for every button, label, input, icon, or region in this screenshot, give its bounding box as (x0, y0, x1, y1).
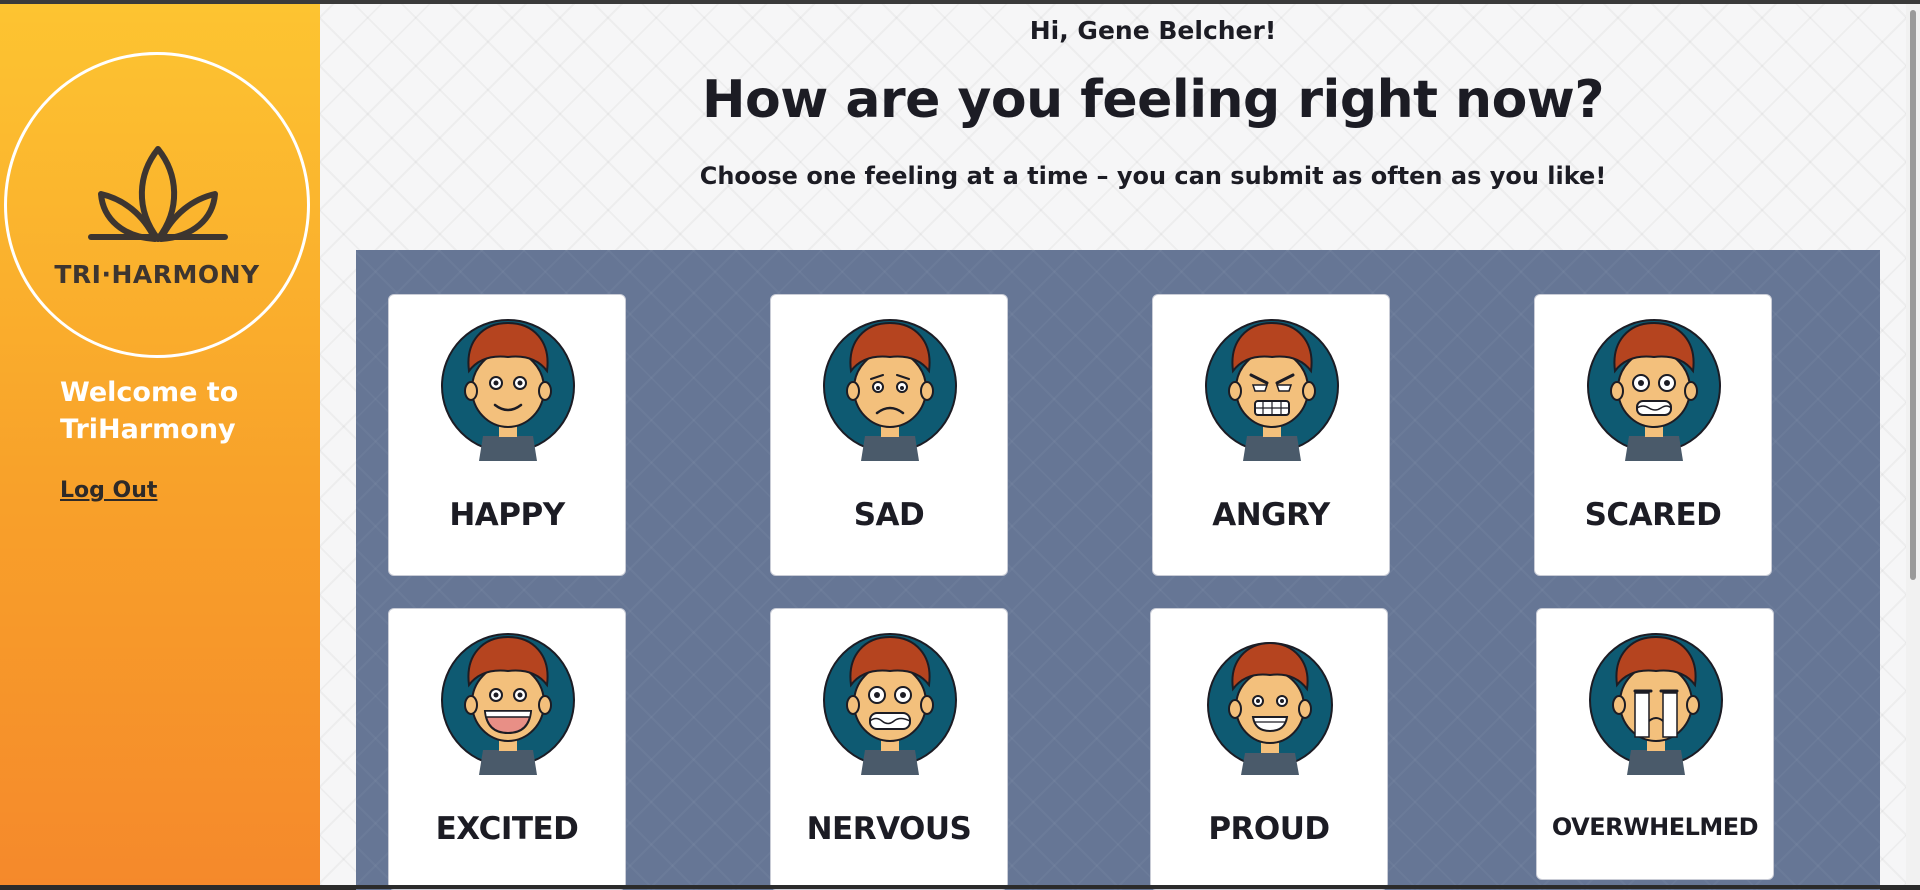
feeling-card-happy[interactable]: HAPPY (388, 294, 626, 576)
feeling-label: SCARED (1584, 497, 1722, 533)
proud-face-icon (1207, 641, 1333, 775)
feeling-label: SAD (853, 497, 925, 533)
sidebar: TRI·HARMONY Welcome to TriHarmony Log Ou… (0, 4, 320, 885)
logo-circle: TRI·HARMONY (4, 52, 310, 358)
feeling-card-nervous[interactable]: NERVOUS (770, 608, 1008, 890)
angry-face-icon (1205, 319, 1339, 461)
logo-wordmark: TRI·HARMONY (54, 260, 260, 289)
page-title: How are you feeling right now? (701, 70, 1605, 130)
feeling-label: EXCITED (435, 811, 579, 847)
feeling-label: HAPPY (449, 497, 565, 533)
scrollbar-thumb[interactable] (1910, 10, 1916, 580)
feeling-card-scared[interactable]: SCARED (1534, 294, 1772, 576)
user-greeting: Hi, Gene Belcher! (1029, 16, 1277, 45)
logout-link[interactable]: Log Out (60, 478, 157, 503)
happy-face-icon (441, 319, 575, 461)
vertical-scrollbar[interactable] (1906, 4, 1920, 885)
page-subtitle: Choose one feeling at a time – you can s… (699, 162, 1607, 190)
overwhelmed-face-icon (1589, 633, 1723, 775)
feeling-label: ANGRY (1212, 497, 1330, 533)
excited-face-icon (441, 633, 575, 775)
nervous-face-icon (823, 633, 957, 775)
lotus-logo-icon (88, 146, 228, 242)
feeling-label: OVERWHELMED (1551, 813, 1759, 841)
feeling-card-overwhelmed[interactable]: OVERWHELMED (1536, 608, 1774, 880)
feeling-card-excited[interactable]: EXCITED (388, 608, 626, 890)
feeling-label: NERVOUS (806, 811, 972, 847)
welcome-text: Welcome to TriHarmony (60, 377, 239, 445)
feeling-card-sad[interactable]: SAD (770, 294, 1008, 576)
scared-face-icon (1587, 319, 1721, 461)
window-bottom-border (0, 885, 1920, 889)
feeling-card-angry[interactable]: ANGRY (1152, 294, 1390, 576)
sad-face-icon (823, 319, 957, 461)
feelings-grid: HAPPY SAD ANGRY SCARED EXCITED NERVOUS P… (356, 250, 1880, 890)
feeling-card-proud[interactable]: PROUD (1150, 608, 1388, 890)
main-content: Hi, Gene Belcher! How are you feeling ri… (320, 4, 1906, 890)
feeling-label: PROUD (1208, 811, 1330, 847)
